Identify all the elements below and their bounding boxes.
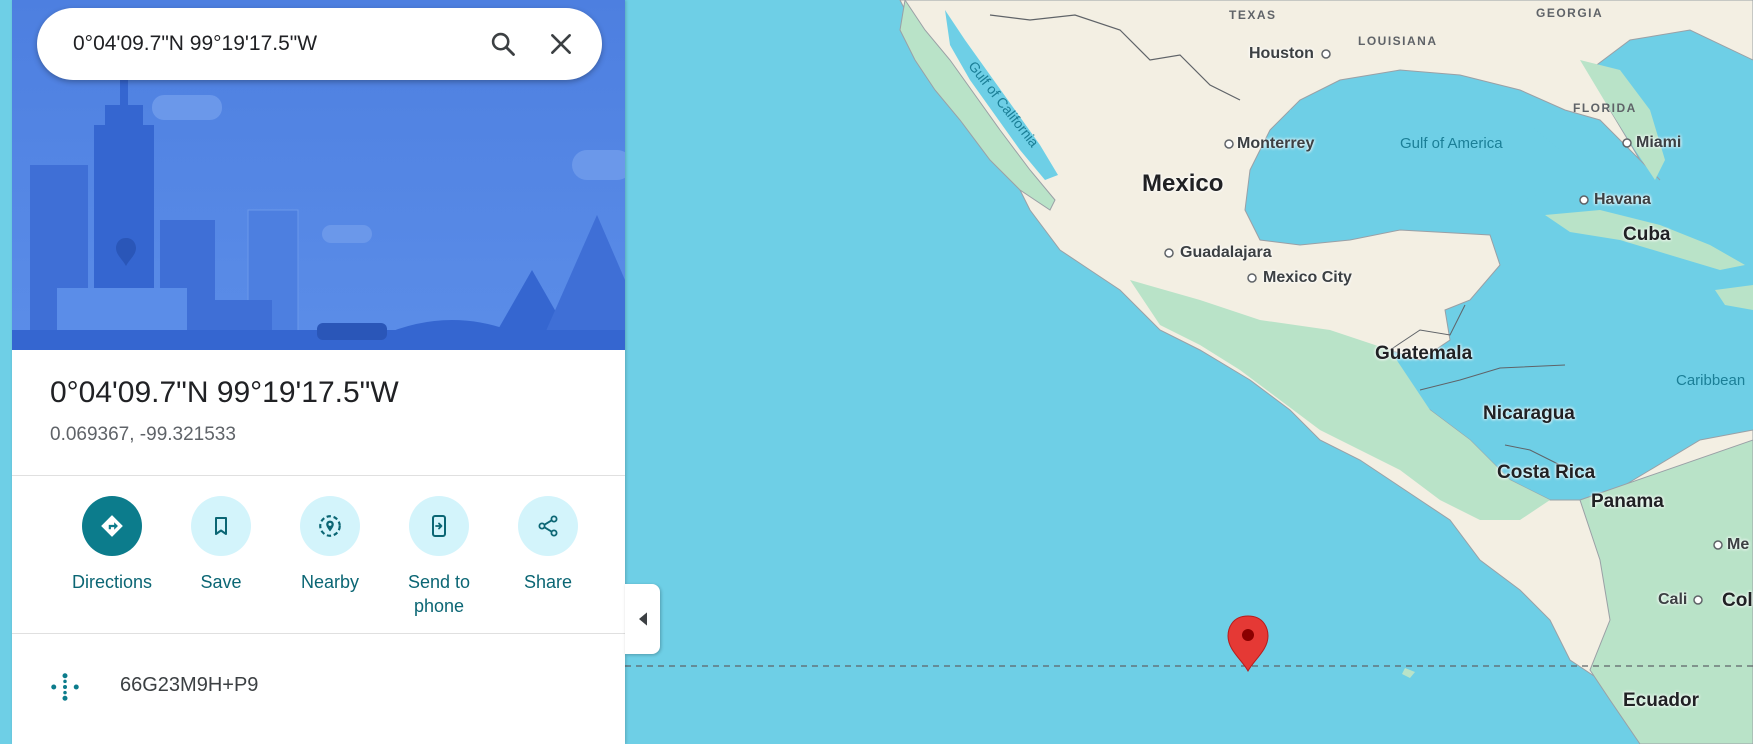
close-icon (551, 34, 571, 54)
label-mexico-city[interactable]: Mexico City (1263, 269, 1352, 287)
place-panel: 0°04'09.7"N 99°19'17.5"W 0.069367, -99.3… (12, 0, 625, 744)
divider (12, 633, 625, 634)
city-dot-houston (1321, 49, 1331, 59)
send-to-phone-button[interactable]: Send to phone (384, 496, 494, 618)
label-louisiana: LOUISIANA (1358, 34, 1438, 48)
label-guatemala[interactable]: Guatemala (1375, 343, 1472, 365)
label-cali[interactable]: Cali (1658, 591, 1687, 609)
nearby-button[interactable]: Nearby (275, 496, 385, 594)
label-florida: FLORIDA (1573, 101, 1637, 115)
search-input[interactable] (37, 23, 474, 65)
label-cuba[interactable]: Cuba (1623, 224, 1671, 246)
save-label: Save (200, 572, 242, 592)
label-monterrey[interactable]: Monterrey (1237, 135, 1314, 153)
city-dot-miami (1622, 138, 1632, 148)
label-ecuador[interactable]: Ecuador (1623, 690, 1699, 712)
share-button[interactable]: Share (493, 496, 603, 594)
city-dot-havana (1579, 195, 1589, 205)
city-dot-cali (1693, 595, 1703, 605)
label-nicaragua[interactable]: Nicaragua (1483, 403, 1575, 425)
plus-code-text: 66G23M9H+P9 (120, 674, 259, 696)
place-title: 0°04'09.7"N 99°19'17.5"W (50, 376, 399, 409)
place-coordinates: 0.069367, -99.321533 (50, 424, 236, 445)
label-caribbean: Caribbean (1676, 372, 1746, 389)
nearby-label: Nearby (300, 572, 360, 592)
city-dot-monterrey (1224, 139, 1234, 149)
divider (12, 475, 625, 476)
search-icon (491, 32, 515, 56)
search-button[interactable] (474, 15, 532, 73)
label-mexico[interactable]: Mexico (1142, 170, 1223, 198)
label-me[interactable]: Me (1727, 536, 1749, 554)
chevron-left-icon (638, 612, 647, 626)
label-gulf-of-america: Gulf of America (1400, 135, 1503, 152)
city-dot-mexico-city (1247, 273, 1257, 283)
label-panama[interactable]: Panama (1591, 491, 1664, 513)
label-havana[interactable]: Havana (1594, 191, 1651, 209)
share-icon (538, 515, 558, 537)
clear-search-button[interactable] (532, 15, 590, 73)
label-col[interactable]: Col (1722, 590, 1753, 612)
city-dot-guadalajara (1164, 248, 1174, 258)
plus-code-row[interactable]: 66G23M9H+P9 (12, 660, 625, 710)
send-to-phone-icon (432, 515, 446, 537)
label-costa-rica[interactable]: Costa Rica (1497, 462, 1595, 484)
send-to-phone-label: Send to phone (407, 572, 471, 616)
label-miami[interactable]: Miami (1636, 134, 1681, 152)
save-button[interactable]: Save (166, 496, 276, 594)
directions-label: Directions (71, 572, 153, 592)
plus-code-icon (51, 673, 79, 701)
label-houston[interactable]: Houston (1249, 45, 1314, 63)
bookmark-icon (215, 517, 227, 535)
label-georgia: GEORGIA (1536, 6, 1604, 20)
collapse-panel-button[interactable] (625, 584, 660, 654)
city-dot-me (1713, 540, 1723, 550)
directions-icon (101, 515, 123, 537)
directions-button[interactable]: Directions (57, 496, 167, 594)
share-label: Share (523, 572, 573, 592)
search-box (37, 8, 602, 80)
label-guadalajara[interactable]: Guadalajara (1180, 244, 1272, 262)
label-texas: TEXAS (1229, 8, 1277, 22)
nearby-icon (319, 515, 341, 537)
